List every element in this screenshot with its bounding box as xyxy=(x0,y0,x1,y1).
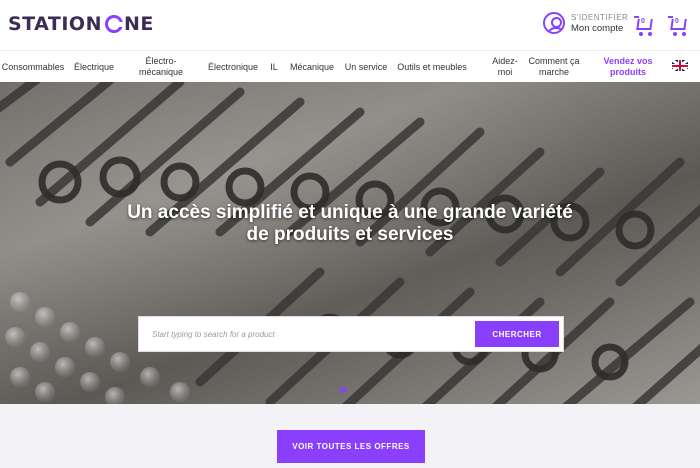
logo-text-ne: NE xyxy=(123,13,154,35)
cart-count: 0 xyxy=(641,18,645,25)
offers-section: VOIR TOUTES LES OFFRES xyxy=(0,404,700,468)
hero-title-line-2: de produits et services xyxy=(246,224,454,245)
nav-item-mecanique[interactable]: Mécanique xyxy=(288,51,336,83)
user-icon xyxy=(543,12,565,34)
carousel-dot[interactable] xyxy=(340,387,346,393)
nav-item-electro-mecanique[interactable]: Électro-mécanique xyxy=(124,51,198,83)
carousel-dots xyxy=(340,387,346,393)
logo-o-icon xyxy=(104,15,124,33)
quote-cart-count: 0 xyxy=(675,18,679,25)
quote-cart-button[interactable]: 0 xyxy=(668,14,690,36)
search-button[interactable]: CHERCHER xyxy=(475,321,559,347)
nav-item-aidez-moi[interactable]: Aidez-moi xyxy=(486,51,524,83)
cart-button[interactable]: 0 xyxy=(634,14,656,36)
hero-banner: Un accès simplifié et unique à une grand… xyxy=(0,82,700,404)
nav-item-comment-ca-marche[interactable]: Comment ça marche xyxy=(528,51,580,83)
nav-item-il[interactable]: IL xyxy=(266,51,282,83)
nav-item-electronique[interactable]: Électronique xyxy=(206,51,260,83)
sign-in-label: S'IDENTIFIER xyxy=(571,13,629,22)
product-search-box: CHERCHER xyxy=(138,316,564,352)
product-search-input[interactable] xyxy=(139,317,475,351)
nav-item-electrique[interactable]: Électrique xyxy=(70,51,118,83)
english-flag-icon[interactable] xyxy=(672,60,688,71)
account-link[interactable]: S'IDENTIFIER Mon compte xyxy=(543,12,628,34)
nav-item-vendez-vos-produits[interactable]: Vendez vos produits xyxy=(600,51,656,83)
nav-item-outils-et-meubles[interactable]: Outils et meubles xyxy=(396,51,468,83)
station-one-logo[interactable]: STATION NE xyxy=(8,12,154,36)
site-header: STATION NE S'IDENTIFIER Mon compte 0 0 xyxy=(0,0,700,50)
my-account-label: Mon compte xyxy=(571,23,624,34)
logo-text-station: STATION xyxy=(8,13,102,35)
nav-item-consommables[interactable]: Consommables xyxy=(2,51,65,83)
view-all-offers-button[interactable]: VOIR TOUTES LES OFFRES xyxy=(277,430,425,463)
main-nav: Consommables Électrique Électro-mécaniqu… xyxy=(0,50,700,82)
hero-title-line-1: Un accès simplifié et unique à une grand… xyxy=(127,202,573,223)
hero-title: Un accès simplifié et unique à une grand… xyxy=(60,202,640,246)
nav-item-un-service[interactable]: Un service xyxy=(342,51,390,83)
